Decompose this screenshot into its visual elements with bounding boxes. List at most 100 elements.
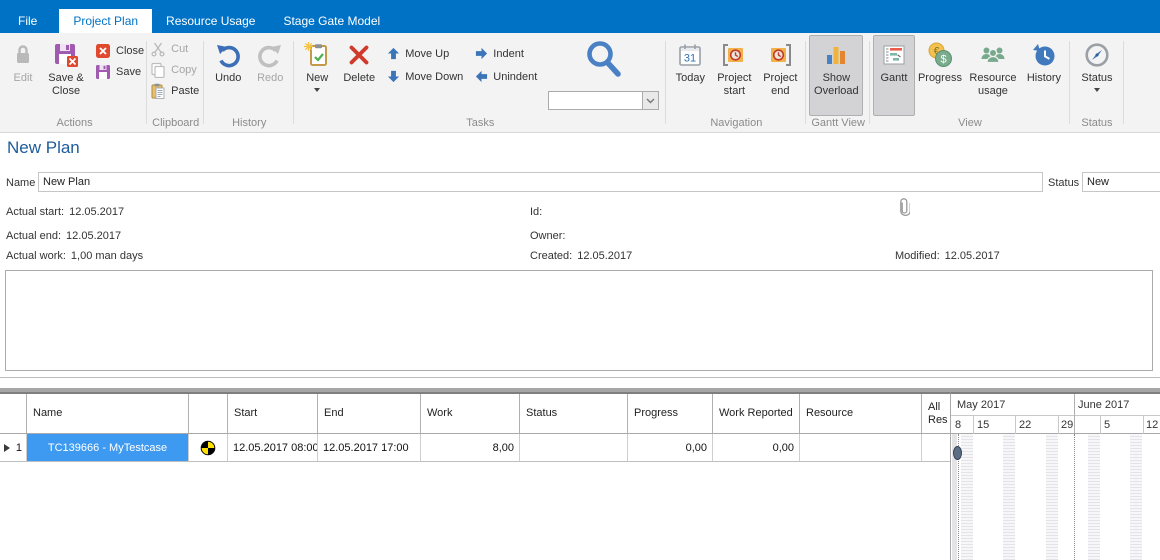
status-button[interactable]: Status (1073, 35, 1121, 116)
svg-text:31: 31 (684, 53, 696, 65)
column-header-work-reported[interactable]: Work Reported (713, 394, 800, 433)
copy-icon (150, 62, 166, 78)
tab-project-plan[interactable]: Project Plan (59, 9, 152, 33)
unindent-button[interactable]: Unindent (475, 70, 537, 83)
show-overload-button[interactable]: Show Overload (809, 35, 863, 116)
tab-stage-gate-model[interactable]: Stage Gate Model (269, 9, 394, 33)
undo-button[interactable]: Undo (207, 35, 249, 116)
description-textarea[interactable] (5, 270, 1153, 371)
column-header-progress[interactable]: Progress (628, 394, 713, 433)
column-header-end[interactable]: End (318, 394, 421, 433)
column-header-status[interactable]: Status (520, 394, 628, 433)
paste-button[interactable]: Paste (150, 83, 199, 99)
redo-label: Redo (257, 72, 283, 85)
actual-work-value: 1,00 man days (71, 250, 143, 262)
table-row[interactable]: 1 TC139666 - MyTestcase 12.05.2017 08:00… (0, 434, 950, 462)
tab-resource-usage[interactable]: Resource Usage (152, 9, 269, 33)
cell-end[interactable]: 12.05.2017 17:00 (318, 434, 421, 461)
cell-name[interactable]: TC139666 - MyTestcase (27, 434, 189, 461)
actual-start-value: 12.05.2017 (69, 206, 124, 218)
owner-label: Owner: (530, 230, 565, 242)
project-start-button[interactable]: Project start (711, 35, 757, 116)
redo-button: Redo (249, 35, 291, 116)
modified-value: 12.05.2017 (945, 250, 1000, 262)
gantt-week-tick: 22 (1019, 419, 1031, 431)
new-button[interactable]: New (297, 35, 337, 116)
group-label-clipboard: Clipboard (150, 116, 201, 132)
cell-status[interactable] (520, 434, 628, 461)
cell-progress[interactable]: 0,00 (628, 434, 713, 461)
status-input[interactable] (1082, 172, 1160, 192)
today-label: Today (676, 72, 705, 85)
column-header-work[interactable]: Work (421, 394, 520, 433)
gantt-month-june: June 2017 (1078, 399, 1129, 411)
gantt-month-header: May 2017 June 2017 (951, 394, 1160, 416)
undo-label: Undo (215, 72, 241, 85)
ribbon-group-gantt-view: Show Overload Gantt View (806, 33, 870, 132)
cut-button: Cut (150, 41, 199, 57)
close-button[interactable]: Close (95, 43, 144, 59)
gantt-body[interactable] (951, 434, 1160, 560)
save-button[interactable]: Save (95, 64, 144, 80)
undo-icon (214, 41, 242, 69)
column-header-resource[interactable]: Resource (800, 394, 922, 433)
modified-row: Modified:12.05.2017 (895, 250, 1000, 262)
name-input[interactable] (38, 172, 1043, 192)
search-icon (581, 38, 625, 84)
delete-icon (345, 41, 373, 69)
resource-usage-button[interactable]: Resource usage (965, 35, 1021, 116)
ribbon-group-history: Undo Redo History (204, 33, 294, 132)
task-bar-milestone[interactable] (953, 446, 962, 460)
created-value: 12.05.2017 (577, 250, 632, 262)
column-header-name[interactable]: Name (27, 394, 189, 433)
month-boundary-line (1074, 434, 1075, 560)
project-end-button[interactable]: Project end (757, 35, 803, 116)
indent-label: Indent (493, 48, 524, 60)
cell-work-reported[interactable]: 0,00 (713, 434, 800, 461)
attachment-paperclip-icon[interactable] (899, 198, 910, 215)
separator-line (0, 377, 1160, 378)
indent-button[interactable]: Indent (475, 47, 537, 60)
close-label: Close (116, 45, 144, 57)
delete-button[interactable]: Delete (337, 35, 381, 116)
move-up-button[interactable]: Move Up (387, 47, 463, 60)
resource-usage-label: Resource usage (968, 72, 1018, 98)
row-indicator-cell[interactable]: 1 (0, 434, 27, 461)
gantt-week-separator (1058, 416, 1059, 434)
cell-resource[interactable] (800, 434, 922, 461)
id-label: Id: (530, 206, 542, 218)
group-label-gantt-view: Gantt View (809, 116, 867, 132)
history-view-button[interactable]: History (1021, 35, 1067, 116)
gantt-week-tick: 12 (1146, 419, 1158, 431)
search-dropdown-button[interactable] (642, 91, 659, 110)
search-combobox[interactable] (548, 91, 659, 110)
gantt-button[interactable]: Gantt (873, 35, 915, 116)
grid-header-row: Name Start End Work Status Progress Work… (0, 394, 950, 434)
gantt-panel: May 2017 June 2017 8 15 22 29 5 12 (950, 392, 1160, 560)
column-header-all-resources[interactable]: All Res (922, 394, 950, 433)
project-end-label: Project end (760, 72, 800, 98)
save-and-close-button[interactable]: Save & Close (41, 35, 91, 116)
today-button[interactable]: 31 Today (669, 35, 711, 116)
project-start-icon (720, 41, 748, 69)
cell-start[interactable]: 12.05.2017 08:00 (228, 434, 318, 461)
close-icon (95, 43, 111, 59)
tab-file[interactable]: File (4, 9, 51, 33)
progress-button[interactable]: €$ Progress (915, 35, 965, 116)
move-down-button[interactable]: Move Down (387, 70, 463, 83)
gantt-week-tick: 8 (955, 419, 961, 431)
actual-start-label: Actual start: (6, 206, 64, 218)
search-input[interactable] (548, 91, 642, 110)
new-label: New (306, 72, 328, 85)
ribbon-group-clipboard: Cut Copy Paste Clipboard (147, 33, 204, 132)
scissors-icon (150, 41, 166, 57)
column-header-start[interactable]: Start (228, 394, 318, 433)
people-icon (979, 41, 1007, 69)
column-header-icon[interactable] (189, 394, 228, 433)
cell-all-resources[interactable] (922, 434, 950, 461)
weekend-band (1088, 434, 1100, 560)
cell-work[interactable]: 8,00 (421, 434, 520, 461)
task-grid: Name Start End Work Status Progress Work… (0, 392, 950, 560)
cell-icon[interactable] (189, 434, 228, 461)
redo-icon (256, 41, 284, 69)
